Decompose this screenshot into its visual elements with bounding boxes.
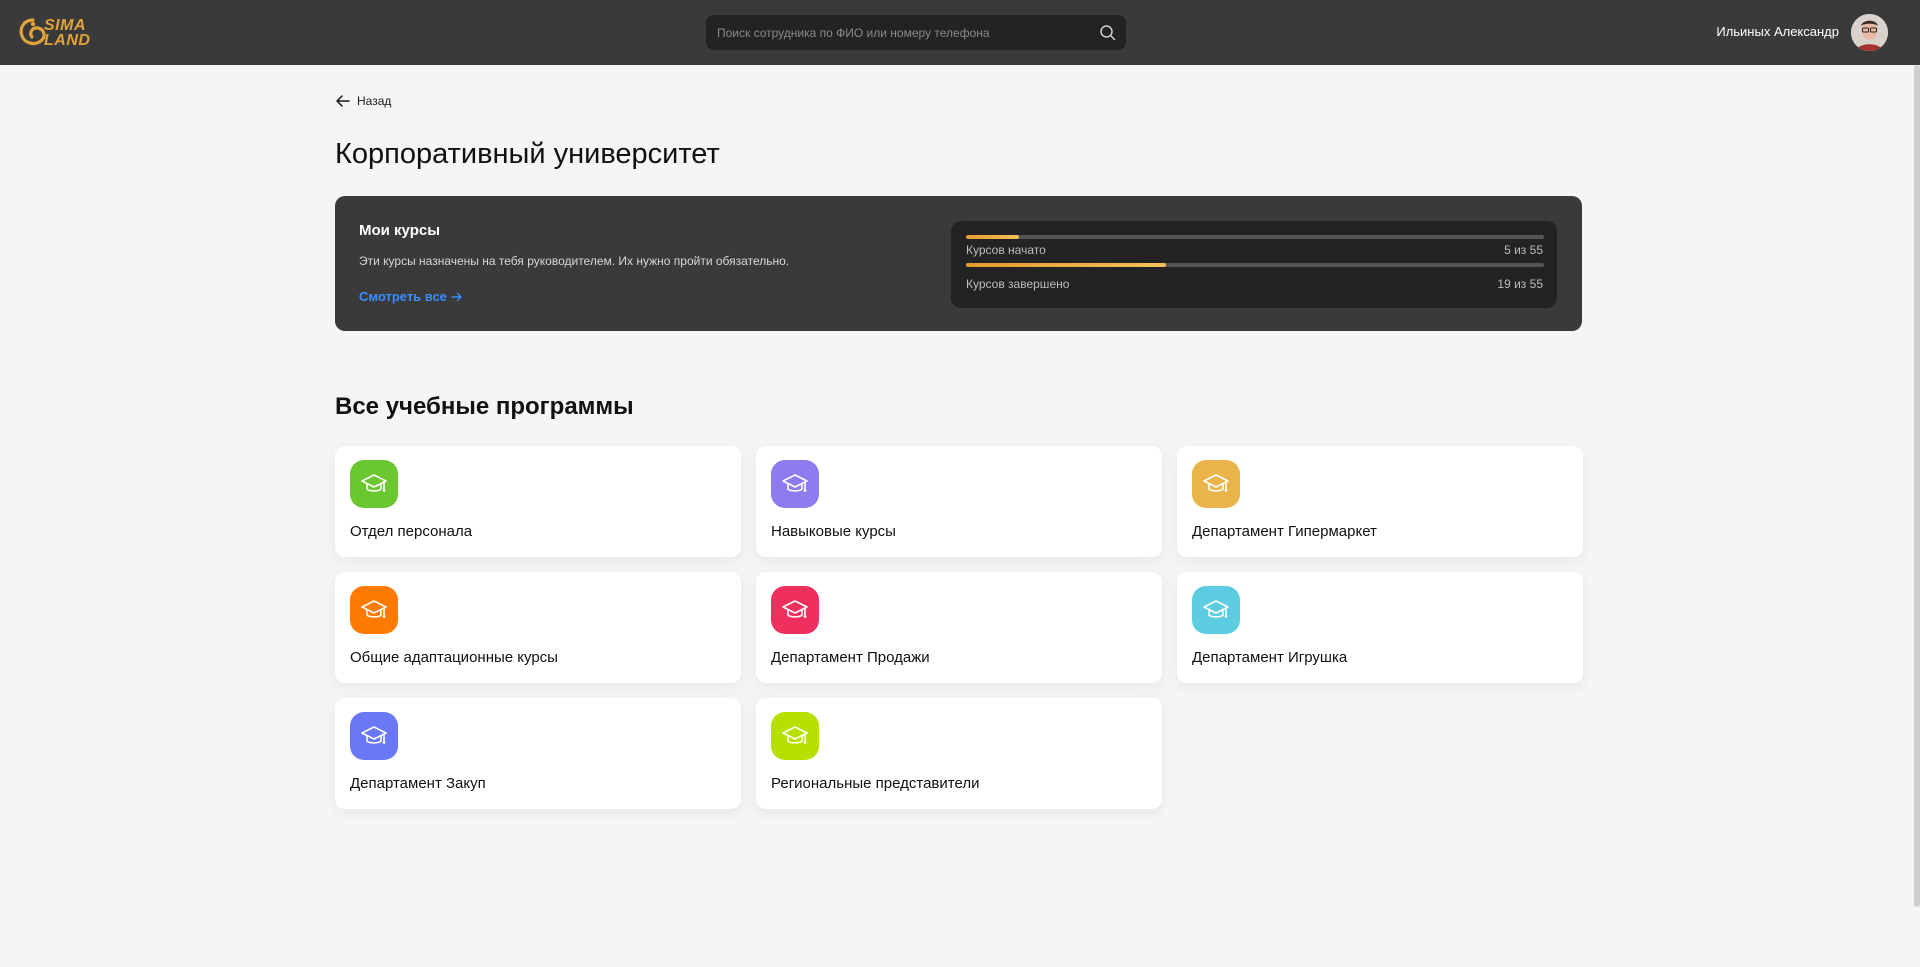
sima-land-logo[interactable]: SIMA LAND — [16, 14, 106, 52]
completed-label: Курсов завершено — [966, 277, 1070, 291]
completed-progress-fill — [966, 263, 1166, 267]
program-icon — [771, 460, 819, 508]
graduation-cap-icon — [361, 600, 387, 618]
view-all-link[interactable]: Смотреть все — [359, 289, 463, 304]
program-card[interactable]: Отдел персонала — [335, 446, 741, 557]
graduation-cap-icon — [782, 474, 808, 492]
program-icon — [1192, 460, 1240, 508]
my-courses-description: Эти курсы назначены на тебя руководителе… — [359, 254, 790, 268]
program-icon — [350, 712, 398, 760]
graduation-cap-icon — [361, 474, 387, 492]
program-icon — [350, 460, 398, 508]
arrow-right-icon — [451, 292, 462, 301]
program-label: Отдел персонала — [350, 523, 473, 540]
search-input[interactable] — [717, 15, 1087, 50]
program-icon — [771, 712, 819, 760]
program-label: Департамент Продажи — [771, 649, 930, 666]
started-progress-bar — [966, 235, 1544, 239]
program-card[interactable]: Региональные представители — [756, 698, 1162, 809]
progress-box: Курсов начато 5 из 55 Курсов завершено 1… — [951, 221, 1557, 308]
top-header: SIMA LAND Ильиных Александр — [0, 0, 1920, 65]
program-label: Общие адаптационные курсы — [350, 649, 558, 666]
started-count: 5 из 55 — [1504, 243, 1543, 257]
program-label: Департамент Гипермаркет — [1192, 523, 1377, 540]
graduation-cap-icon — [782, 726, 808, 744]
logo-text-line1: SIMA — [44, 17, 86, 34]
avatar[interactable] — [1851, 14, 1888, 51]
started-progress-fill — [966, 235, 1019, 239]
page-title: Корпоративный университет — [335, 138, 720, 170]
program-icon — [1192, 586, 1240, 634]
employee-search — [706, 15, 1126, 50]
user-name[interactable]: Ильиных Александр — [1716, 24, 1839, 39]
program-label: Департамент Закуп — [350, 775, 486, 792]
program-card[interactable]: Департамент Продажи — [756, 572, 1162, 683]
graduation-cap-icon — [1203, 474, 1229, 492]
programs-section-title: Все учебные программы — [335, 393, 634, 420]
program-card[interactable]: Навыковые курсы — [756, 446, 1162, 557]
program-label: Региональные представители — [771, 775, 980, 792]
logo-text-line2: LAND — [44, 32, 91, 49]
completed-count: 19 из 55 — [1497, 277, 1543, 291]
logo-text: SIMA LAND — [44, 17, 91, 49]
user-avatar-icon — [1851, 14, 1888, 51]
page-scrollbar[interactable] — [1914, 65, 1920, 907]
started-label: Курсов начато — [966, 243, 1046, 257]
program-icon — [771, 586, 819, 634]
program-card[interactable]: Департамент Гипермаркет — [1177, 446, 1583, 557]
program-card[interactable]: Департамент Игрушка — [1177, 572, 1583, 683]
program-card[interactable]: Общие адаптационные курсы — [335, 572, 741, 683]
program-label: Департамент Игрушка — [1192, 649, 1348, 666]
program-card[interactable]: Департамент Закуп — [335, 698, 741, 809]
completed-progress-bar — [966, 263, 1544, 267]
graduation-cap-icon — [1203, 600, 1229, 618]
back-label: Назад — [357, 94, 392, 108]
view-all-label: Смотреть все — [359, 289, 447, 304]
arrow-left-icon — [336, 95, 350, 107]
my-courses-card: Мои курсы Эти курсы назначены на тебя ру… — [335, 196, 1582, 331]
program-icon — [350, 586, 398, 634]
graduation-cap-icon — [361, 726, 387, 744]
graduation-cap-icon — [782, 600, 808, 618]
back-link[interactable]: Назад — [335, 93, 391, 109]
my-courses-title: Мои курсы — [359, 222, 441, 239]
program-label: Навыковые курсы — [771, 523, 896, 540]
search-icon[interactable] — [1099, 24, 1116, 41]
